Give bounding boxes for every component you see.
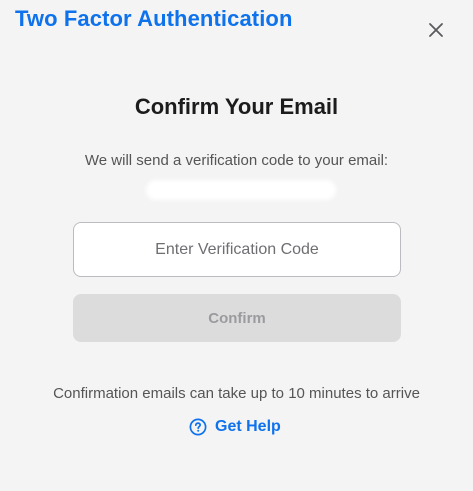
- redacted-email: [146, 180, 336, 200]
- verification-code-input[interactable]: [73, 222, 401, 277]
- confirm-button[interactable]: Confirm: [73, 294, 401, 342]
- close-icon: [429, 23, 443, 37]
- dialog-title: Two Factor Authentication: [15, 6, 293, 31]
- get-help-link[interactable]: Get Help: [189, 417, 281, 437]
- help-circle-icon: [189, 418, 207, 436]
- email-delay-note: Confirmation emails can take up to 10 mi…: [53, 385, 420, 402]
- get-help-label: Get Help: [215, 418, 281, 435]
- close-button[interactable]: [424, 18, 448, 42]
- confirm-email-heading: Confirm Your Email: [134, 94, 339, 119]
- send-code-description: We will send a verification code to your…: [84, 152, 389, 169]
- two-factor-dialog: Two Factor Authentication Confirm Your E…: [0, 0, 473, 491]
